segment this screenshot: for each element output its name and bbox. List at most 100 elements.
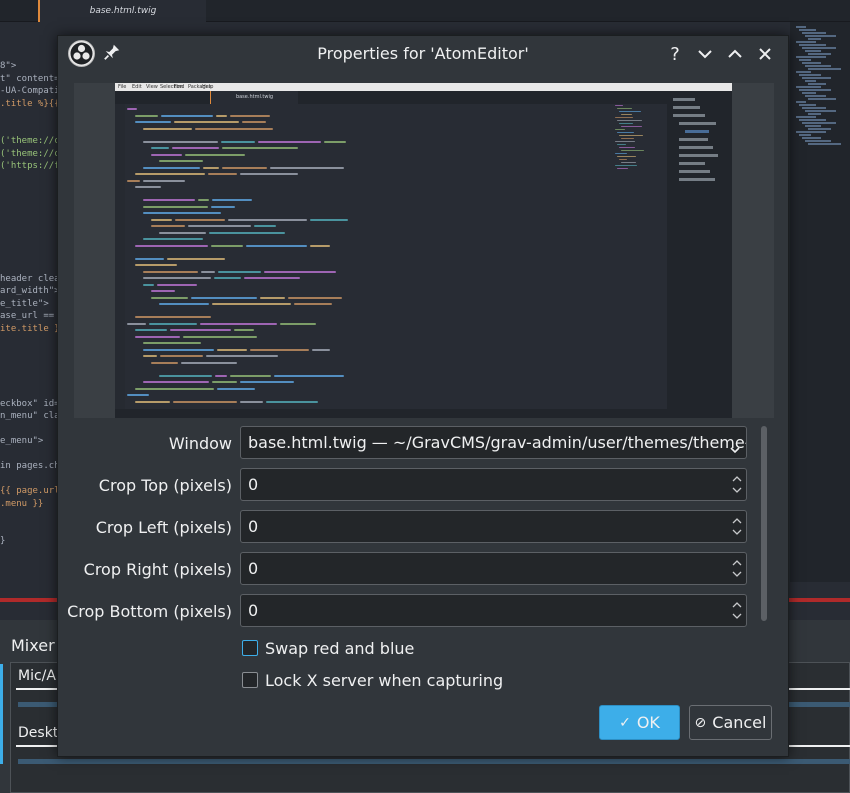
preview-minimap-line — [615, 129, 625, 130]
mixer-meter-desktop — [18, 759, 850, 764]
preview-tree-item — [679, 138, 708, 141]
close-button[interactable] — [753, 42, 777, 66]
code-line: ard_width"> — [0, 286, 60, 296]
code-line: ('theme://cs — [0, 148, 66, 159]
ok-button[interactable]: ✓ OK — [599, 705, 680, 740]
code-line: n_menu" clas — [0, 411, 66, 421]
editor-tab[interactable]: base.html.twig — [38, 0, 206, 22]
code-line: .menu }} — [0, 498, 44, 509]
preview-code-token — [211, 244, 243, 247]
pin-icon[interactable] — [102, 43, 122, 63]
minimap-line — [796, 101, 806, 103]
lock-x-server-checkbox[interactable] — [242, 672, 258, 688]
preview-code-token — [135, 387, 214, 390]
preview-code-token — [222, 147, 298, 149]
minimap-line — [796, 116, 816, 118]
window-combobox[interactable]: base.html.twig — ~/GravCMS/grav-admin/us… — [240, 426, 747, 459]
preview-code-token — [250, 348, 309, 351]
preview-menu-item: Edit — [132, 84, 142, 90]
preview-code-token — [294, 303, 332, 305]
crop-bottom-value: 0 — [248, 601, 259, 620]
maximize-button[interactable] — [723, 42, 747, 66]
crop-right-spinbox[interactable]: 0 — [240, 552, 747, 585]
preview-code-token — [143, 140, 218, 143]
swap-red-blue-checkbox[interactable] — [242, 640, 258, 656]
minimap-line — [796, 41, 816, 43]
preview-code-token — [266, 400, 318, 403]
preview-tree-item — [673, 114, 705, 117]
minimap-line — [802, 122, 836, 124]
preview-code-token — [167, 257, 225, 260]
minimap-line — [805, 95, 826, 97]
swap-red-blue-label[interactable]: Swap red and blue — [265, 639, 414, 658]
preview-code-token — [143, 199, 195, 201]
minimap-line — [799, 74, 821, 76]
preview-code-token — [312, 348, 330, 351]
preview-code-token — [170, 329, 231, 331]
preview-code-token — [143, 283, 154, 286]
cancel-button[interactable]: ⊘ Cancel — [689, 705, 772, 740]
preview-code-token — [161, 114, 213, 117]
spin-arrows-icon[interactable] — [730, 472, 744, 497]
crop-bottom-spinbox[interactable]: 0 — [240, 594, 747, 627]
preview-code-token — [203, 166, 219, 169]
preview-minimap-line — [621, 114, 632, 115]
spin-arrows-icon[interactable] — [730, 598, 744, 623]
preview-code-token — [151, 290, 175, 292]
preview-code-token — [127, 108, 137, 110]
code-line: } — [0, 536, 6, 546]
crop-top-spinbox[interactable]: 0 — [240, 468, 747, 501]
code-line: in pages.ch — [0, 461, 60, 471]
code-line: {{ page.url — [0, 486, 60, 496]
form-scrollbar[interactable] — [761, 426, 767, 621]
preview-minimap-line — [617, 156, 636, 157]
preview-code-token — [222, 166, 267, 169]
properties-dialog: Properties for 'AtomEditor' ? File Edit Vi… — [57, 35, 789, 757]
preview-code-token — [324, 140, 346, 143]
preview-code-token — [149, 322, 197, 325]
preview-code-token — [215, 374, 227, 377]
lock-x-server-label[interactable]: Lock X server when capturing — [265, 671, 503, 690]
crop-left-label: Crop Left (pixels) — [95, 518, 232, 537]
code-line: e_menu"> — [0, 436, 44, 446]
preview-code-token — [151, 147, 169, 149]
preview-statusbar — [115, 409, 732, 418]
crop-left-spinbox[interactable]: 0 — [240, 510, 747, 543]
preview-tree-item — [679, 122, 716, 125]
window-combobox-value: base.html.twig — ~/GravCMS/grav-admin/us… — [248, 433, 747, 452]
minimap-line — [808, 98, 836, 100]
preview-tree-item — [679, 146, 713, 149]
code-line: ite.title }} — [0, 323, 66, 334]
lock-x-server-row[interactable]: Lock X server when capturing — [242, 670, 503, 690]
minimap-line — [805, 35, 836, 37]
help-icon: ? — [670, 43, 680, 65]
minimap-line — [808, 113, 821, 115]
crop-bottom-label: Crop Bottom (pixels) — [67, 602, 232, 621]
swap-red-blue-row[interactable]: Swap red and blue — [242, 638, 414, 658]
preview-code-token — [143, 355, 157, 357]
spin-arrows-icon[interactable] — [730, 514, 744, 539]
preview-minimap-line — [621, 150, 644, 151]
spin-arrows-icon[interactable] — [730, 556, 744, 581]
preview-code-token — [143, 127, 192, 130]
preview-tree-item — [685, 130, 709, 133]
preview-code-token — [191, 296, 257, 299]
obs-logo-icon — [68, 40, 95, 67]
code-line: .title %}{{ — [0, 98, 60, 109]
ok-button-label: OK — [636, 713, 660, 732]
minimap-line — [805, 140, 831, 142]
dialog-titlebar[interactable]: Properties for 'AtomEditor' ? — [58, 36, 788, 71]
preview-minimap-line — [615, 105, 623, 106]
preview-code-token — [135, 186, 161, 188]
mixer-channel-desktop: Deskt — [18, 725, 59, 741]
preview-code-token — [195, 127, 273, 130]
preview-code-token — [198, 199, 209, 201]
minimize-button[interactable] — [693, 42, 717, 66]
help-button[interactable]: ? — [663, 42, 687, 66]
